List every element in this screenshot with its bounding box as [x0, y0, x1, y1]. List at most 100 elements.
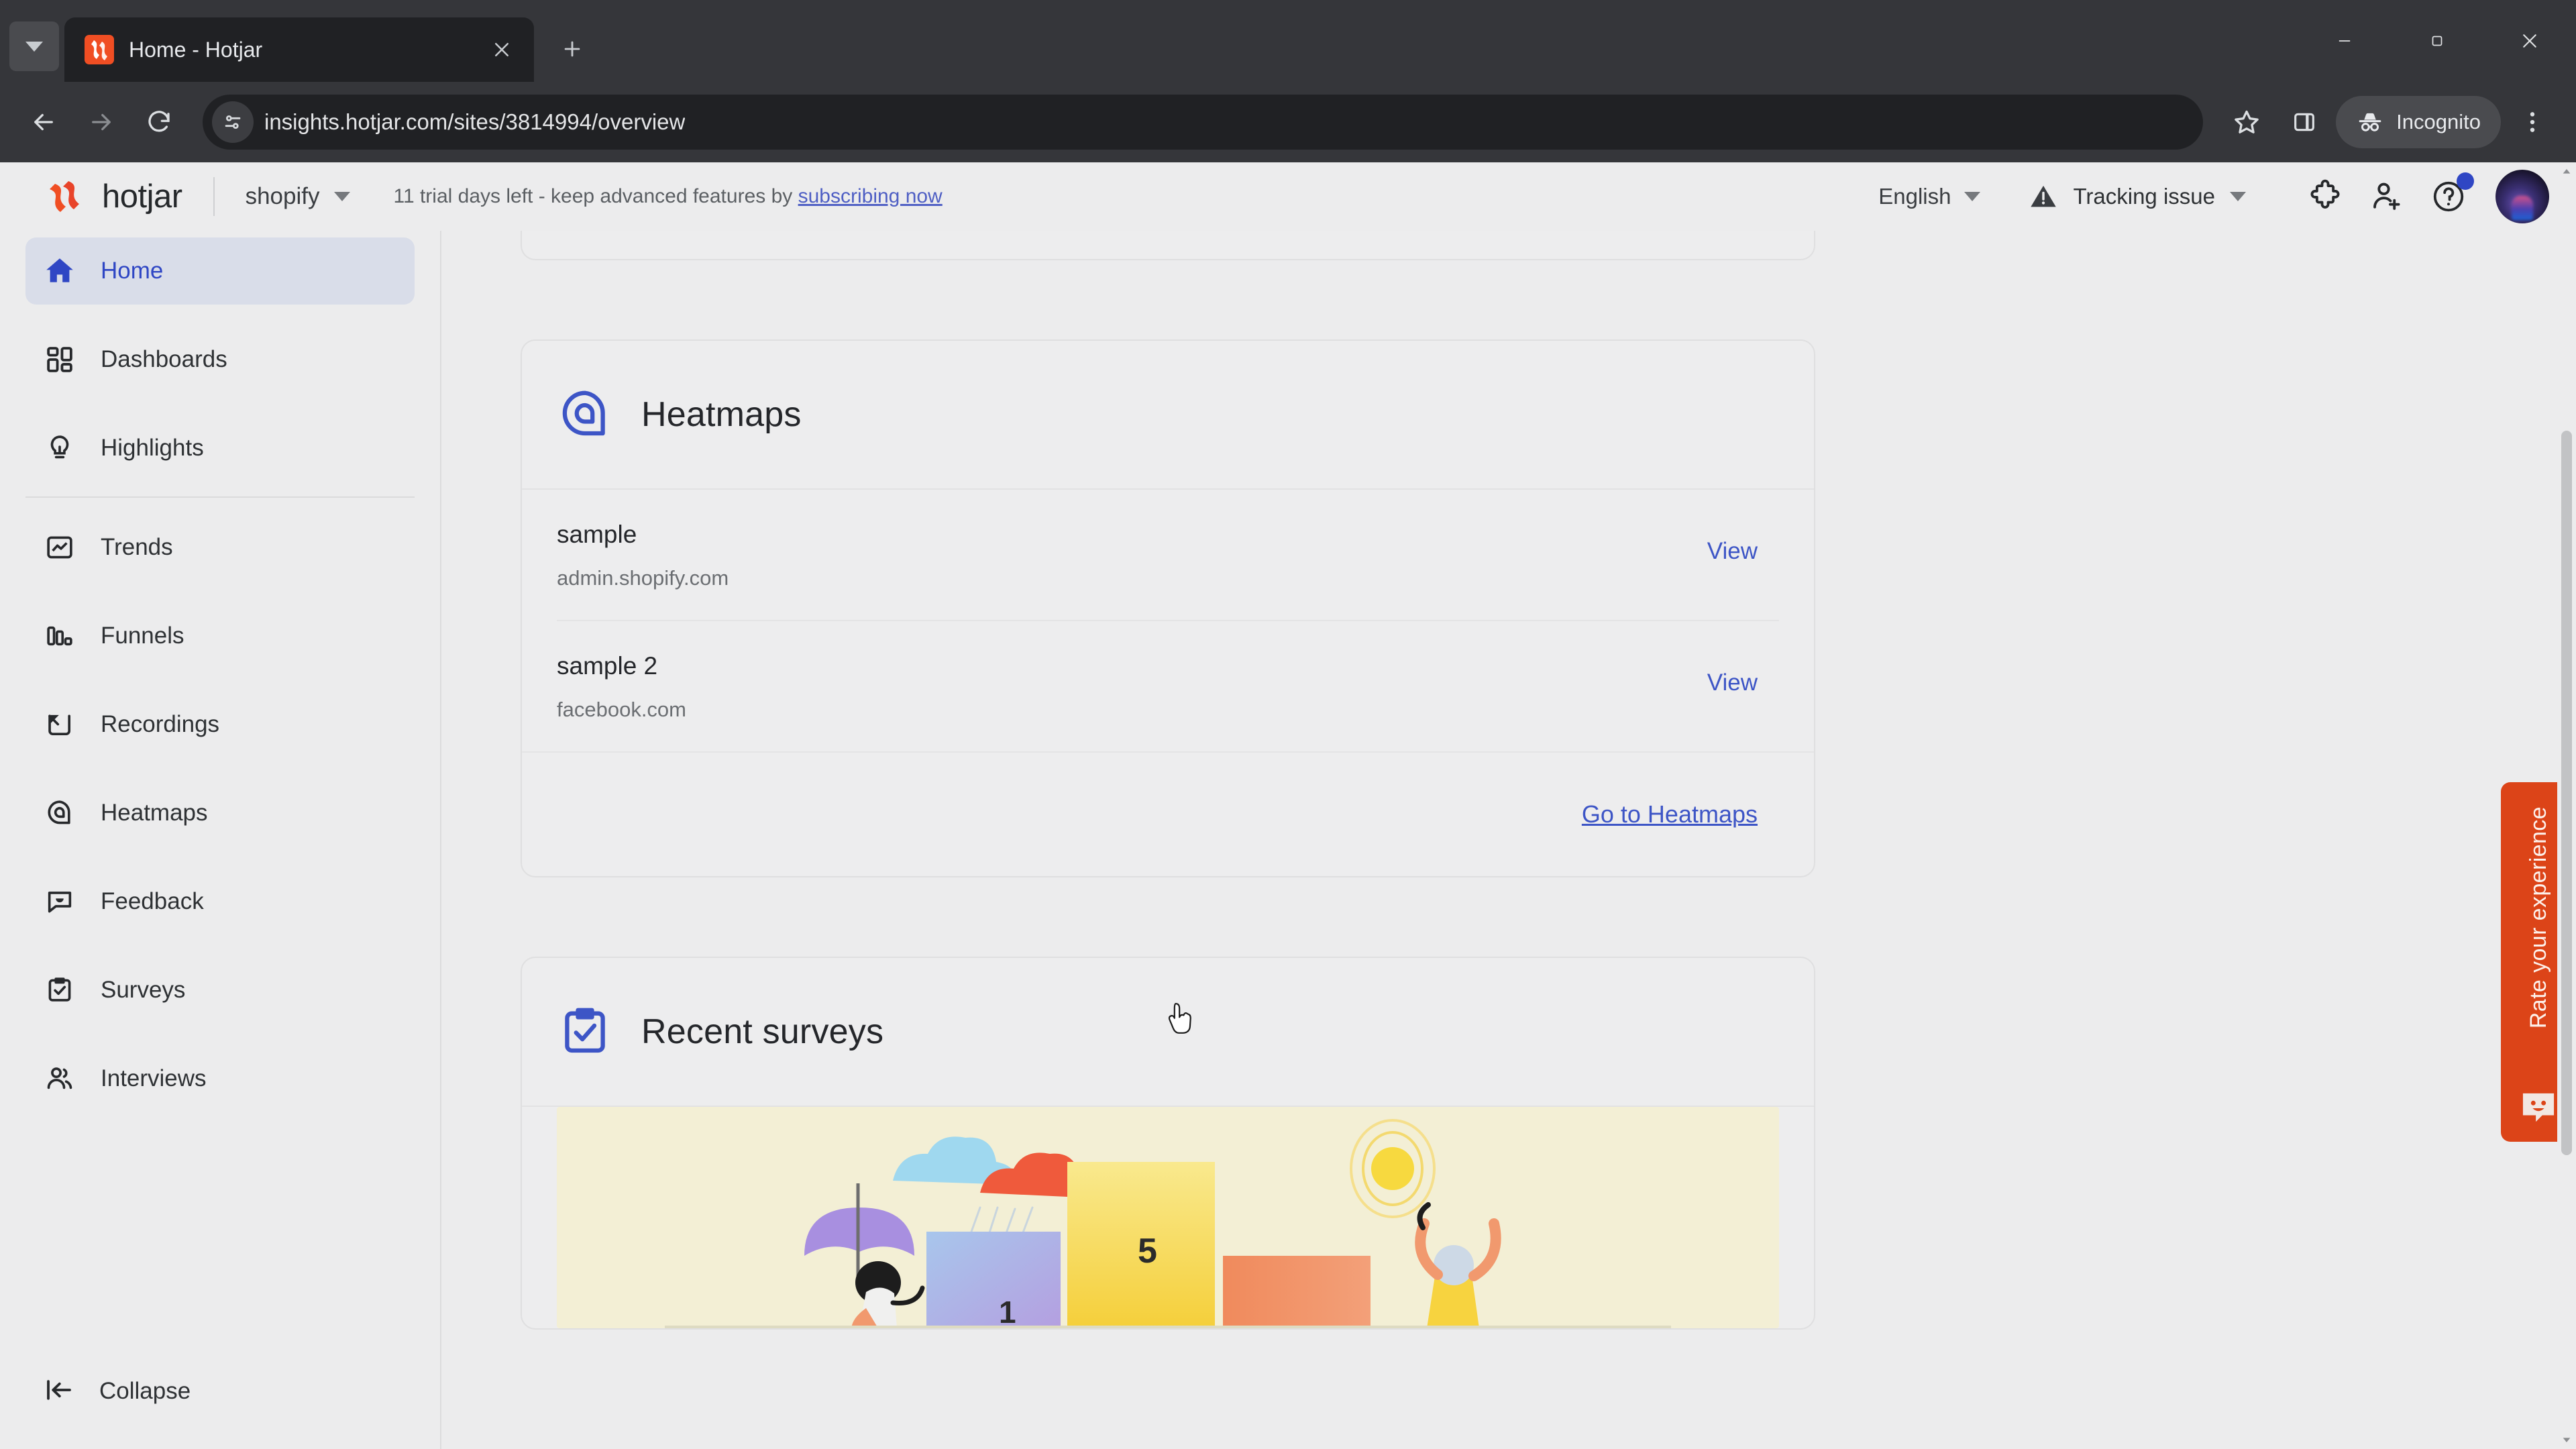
chevron-down-icon	[1964, 192, 1981, 201]
page-scrollbar[interactable]	[2557, 162, 2576, 1449]
sidebar-item-heatmaps[interactable]: Heatmaps	[25, 780, 415, 847]
site-name: shopify	[245, 183, 320, 209]
maximize-button[interactable]	[2391, 0, 2483, 82]
sidebar-item-surveys[interactable]: Surveys	[25, 957, 415, 1024]
chevron-down-icon	[334, 192, 351, 201]
side-panel-icon[interactable]	[2278, 96, 2330, 148]
feedback-icon	[43, 885, 76, 918]
hotjar-wordmark: hotjar	[102, 178, 182, 215]
mouse-cursor	[1168, 1003, 1191, 1034]
heatmap-view-link[interactable]: View	[1707, 669, 1758, 696]
header-right-group: English Tracking issue	[1878, 166, 2549, 227]
incognito-icon	[2359, 113, 2381, 131]
recent-surveys-card-title: Recent surveys	[641, 1012, 884, 1051]
hotjar-logo[interactable]: hotjar	[48, 177, 182, 216]
sidebar-item-label: Feedback	[101, 888, 204, 914]
heatmap-url: admin.shopify.com	[557, 566, 729, 590]
close-window-button[interactable]	[2483, 0, 2576, 82]
site-switcher[interactable]: shopify	[246, 183, 351, 210]
svg-text:1: 1	[999, 1295, 1016, 1328]
heatmap-list-item[interactable]: sample 2 facebook.com View	[522, 620, 1814, 751]
sidebar-item-label: Highlights	[101, 435, 204, 461]
browser-tab[interactable]: Home - Hotjar	[64, 17, 534, 82]
sidebar-item-dashboards[interactable]: Dashboards	[25, 326, 415, 393]
language-label: English	[1878, 184, 1951, 209]
chevron-down-icon	[25, 41, 43, 52]
sidebar-collapse-button[interactable]: Collapse	[25, 1358, 415, 1425]
svg-text:5: 5	[1138, 1232, 1157, 1271]
sidebar-item-trends[interactable]: Trends	[25, 514, 415, 581]
site-settings-icon[interactable]	[212, 101, 254, 143]
heatmaps-card-footer: Go to Heatmaps	[522, 751, 1814, 876]
heatmap-name: sample 2	[557, 652, 658, 680]
heatmaps-card: Heatmaps sample admin.shopify.com View s…	[521, 339, 1815, 877]
app-body: Home Dashboards Highlights Trends Funnel…	[0, 231, 2576, 1449]
back-button[interactable]	[17, 96, 70, 148]
subscribe-link[interactable]: subscribing now	[798, 185, 943, 207]
scrollbar-thumb[interactable]	[2561, 431, 2572, 1155]
heatmaps-icon	[43, 796, 76, 830]
incognito-label: Incognito	[2396, 110, 2481, 133]
heatmap-view-link[interactable]: View	[1707, 538, 1758, 565]
sidebar-item-label: Surveys	[101, 977, 186, 1003]
recordings-icon	[43, 708, 76, 741]
integrations-icon[interactable]	[2294, 166, 2356, 227]
star-icon[interactable]	[2220, 96, 2273, 148]
sidebar-item-funnels[interactable]: Funnels	[25, 602, 415, 669]
sidebar-item-label: Trends	[101, 534, 173, 560]
browser-toolbar: insights.hotjar.com/sites/3814994/overvi…	[0, 82, 2576, 162]
sidebar-item-label: Recordings	[101, 711, 220, 737]
smiley-feedback-icon	[2522, 1093, 2555, 1122]
surveys-clipboard-icon	[557, 1004, 613, 1060]
window-controls	[2298, 0, 2576, 82]
previous-card-partial	[521, 231, 1815, 260]
app-header: hotjar shopify 11 trial days left - keep…	[0, 162, 2576, 231]
sidebar-item-highlights[interactable]: Highlights	[25, 415, 415, 482]
sidebar-divider	[25, 496, 415, 498]
surveys-icon	[43, 973, 76, 1007]
tab-title: Home - Hotjar	[129, 37, 263, 62]
sidebar-item-feedback[interactable]: Feedback	[25, 868, 415, 935]
survey-rating-illustration: 1 5	[557, 1107, 1779, 1328]
scroll-down-arrow[interactable]	[2557, 1430, 2576, 1449]
invite-user-icon[interactable]	[2356, 166, 2418, 227]
heatmap-list-item[interactable]: sample admin.shopify.com View	[522, 490, 1814, 620]
warning-icon	[2031, 185, 2057, 207]
interviews-icon	[43, 1062, 76, 1095]
trial-banner-text: 11 trial days left - keep advanced featu…	[393, 185, 798, 207]
home-icon	[43, 254, 76, 288]
tracking-status[interactable]: Tracking issue	[2029, 182, 2246, 211]
address-bar[interactable]: insights.hotjar.com/sites/3814994/overvi…	[203, 95, 2204, 150]
go-to-heatmaps-link[interactable]: Go to Heatmaps	[1582, 800, 1758, 828]
help-icon[interactable]	[2418, 166, 2479, 227]
collapse-icon	[43, 1374, 75, 1409]
sidebar: Home Dashboards Highlights Trends Funnel…	[0, 231, 441, 1449]
rate-experience-label: Rate your experience	[2525, 806, 2551, 1029]
hotjar-logo-icon	[50, 181, 79, 212]
sidebar-item-home[interactable]: Home	[25, 237, 415, 305]
header-divider	[213, 177, 215, 216]
three-dot-menu-icon[interactable]	[2506, 96, 2559, 148]
url-text: insights.hotjar.com/sites/3814994/overvi…	[264, 109, 686, 134]
tab-search-button[interactable]	[9, 21, 59, 71]
tab-close-button[interactable]	[484, 32, 519, 67]
tab-strip: Home - Hotjar	[0, 0, 2576, 82]
tracking-label: Tracking issue	[2073, 184, 2215, 209]
sidebar-item-recordings[interactable]: Recordings	[25, 691, 415, 758]
new-tab-button[interactable]	[549, 25, 596, 72]
heatmaps-card-header: Heatmaps	[522, 341, 1814, 490]
main-content: Heatmaps sample admin.shopify.com View s…	[441, 231, 2576, 1449]
reload-button[interactable]	[133, 96, 185, 148]
heatmap-name: sample	[557, 521, 637, 548]
chevron-down-icon	[2230, 192, 2246, 201]
minimize-button[interactable]	[2298, 0, 2391, 82]
sidebar-item-label: Home	[101, 258, 164, 284]
incognito-indicator[interactable]: Incognito	[2336, 96, 2501, 148]
sidebar-item-interviews[interactable]: Interviews	[25, 1045, 415, 1112]
dashboards-icon	[43, 343, 76, 376]
scroll-up-arrow[interactable]	[2557, 162, 2576, 181]
forward-button[interactable]	[75, 96, 127, 148]
page-viewport: hotjar shopify 11 trial days left - keep…	[0, 162, 2576, 1449]
language-selector[interactable]: English	[1878, 184, 1981, 209]
user-avatar[interactable]	[2496, 170, 2549, 223]
